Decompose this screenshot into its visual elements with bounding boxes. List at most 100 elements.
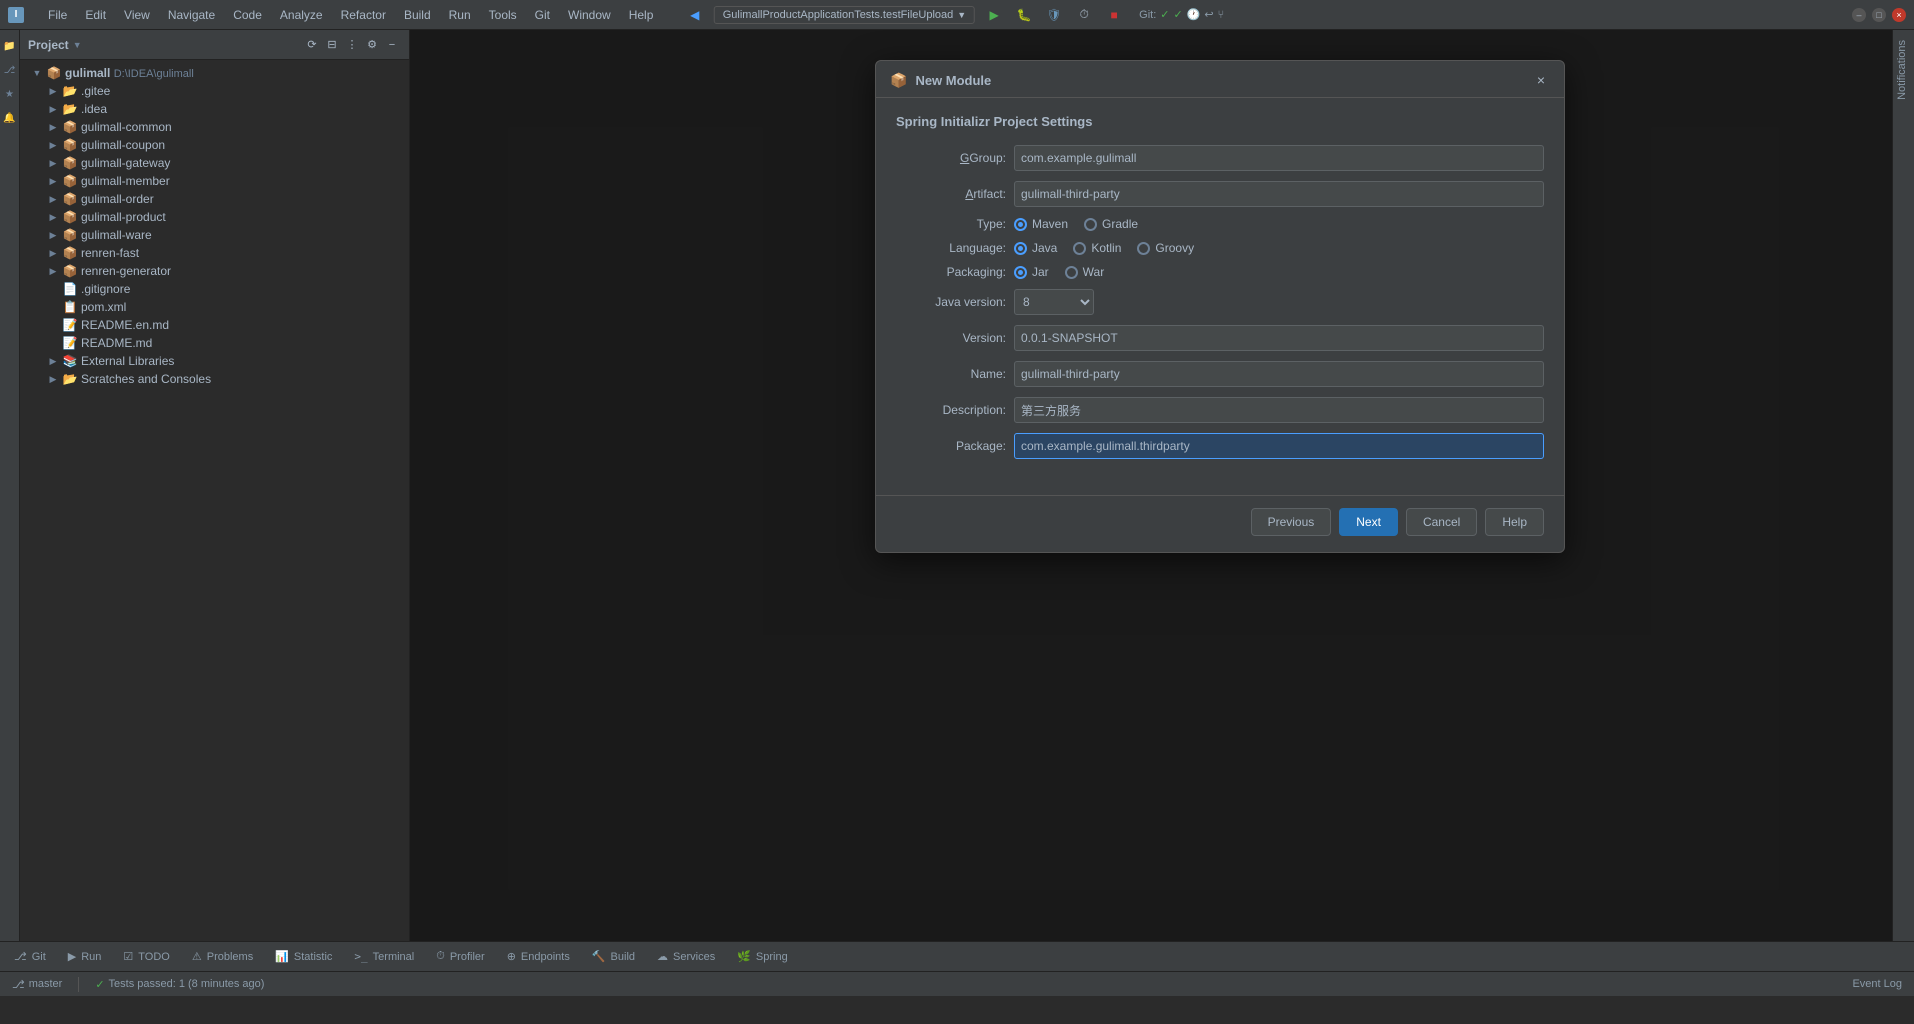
menu-navigate[interactable]: Navigate — [160, 6, 223, 24]
list-item[interactable]: ▶ 📂 Scratches and Consoles — [20, 370, 409, 388]
list-item[interactable]: ▶ 📂 .idea — [20, 100, 409, 118]
kotlin-radio[interactable] — [1073, 242, 1086, 255]
debug-button[interactable]: 🐛 — [1013, 4, 1035, 26]
groovy-radio[interactable] — [1137, 242, 1150, 255]
notifications-panel-label[interactable]: Notifications — [1893, 34, 1914, 106]
tab-build[interactable]: 🔨 Build — [582, 944, 645, 970]
problems-tab-icon: ⚠ — [192, 950, 202, 963]
help-button[interactable]: Help — [1485, 508, 1544, 536]
chevron-down-icon: ▼ — [957, 10, 966, 20]
run-config-selector[interactable]: GulimallProductApplicationTests.testFile… — [714, 6, 975, 24]
menu-view[interactable]: View — [116, 6, 158, 24]
tab-spring[interactable]: 🌿 Spring — [727, 944, 798, 970]
tree-arrow-icon: ▶ — [47, 373, 59, 385]
dialog-title-bar: 📦 New Module × — [876, 61, 1564, 98]
language-java-option[interactable]: Java — [1014, 241, 1057, 255]
bookmark-icon[interactable]: ★ — [2, 86, 18, 102]
artifact-input[interactable] — [1014, 181, 1544, 207]
project-sidebar-toggle[interactable]: 📁 — [2, 38, 18, 54]
list-item[interactable]: ▶ 📦 gulimall-member — [20, 172, 409, 190]
menu-file[interactable]: File — [40, 6, 75, 24]
list-item[interactable]: ▶ 📦 gulimall-ware — [20, 226, 409, 244]
dialog-close-button[interactable]: × — [1532, 71, 1550, 89]
tab-run[interactable]: ▶ Run — [58, 944, 112, 970]
tab-services[interactable]: ☁ Services — [647, 944, 725, 970]
description-input[interactable] — [1014, 397, 1544, 423]
panel-header: Project ▼ ⟳ ⊟ ⋮ ⚙ − — [20, 30, 409, 60]
close-button[interactable]: × — [1892, 8, 1906, 22]
group-input[interactable] — [1014, 145, 1544, 171]
list-item[interactable]: ▶ 📦 gulimall-common — [20, 118, 409, 136]
version-input[interactable] — [1014, 325, 1544, 351]
list-item[interactable]: ▶ 📝 README.md — [20, 334, 409, 352]
tab-build-label: Build — [611, 951, 635, 963]
maximize-button[interactable]: □ — [1872, 8, 1886, 22]
list-item[interactable]: ▶ 📦 gulimall-coupon — [20, 136, 409, 154]
list-item[interactable]: ▶ 📂 .gitee — [20, 82, 409, 100]
java-radio[interactable] — [1014, 242, 1027, 255]
minimize-panel-button[interactable]: − — [383, 36, 401, 54]
list-item[interactable]: ▶ 📋 pom.xml — [20, 298, 409, 316]
status-test-result[interactable]: ✓ Tests passed: 1 (8 minutes ago) — [91, 972, 268, 996]
menu-build[interactable]: Build — [396, 6, 439, 24]
list-item[interactable]: ▶ 📦 gulimall-order — [20, 190, 409, 208]
coverage-button[interactable]: 🛡 — [1043, 4, 1065, 26]
menu-tools[interactable]: Tools — [481, 6, 525, 24]
sync-tool-button[interactable]: ⟳ — [303, 36, 321, 54]
tab-statistic[interactable]: 📊 Statistic — [265, 944, 342, 970]
tab-todo[interactable]: ☑ TODO — [113, 944, 179, 970]
settings-button[interactable]: ⚙ — [363, 36, 381, 54]
menu-analyze[interactable]: Analyze — [272, 6, 331, 24]
packaging-jar-option[interactable]: Jar — [1014, 265, 1049, 279]
cancel-button[interactable]: Cancel — [1406, 508, 1477, 536]
menu-help[interactable]: Help — [621, 6, 662, 24]
tab-terminal[interactable]: >_ Terminal — [344, 944, 424, 970]
event-log-item[interactable]: Event Log — [1848, 978, 1906, 990]
language-groovy-option[interactable]: Groovy — [1137, 241, 1194, 255]
language-kotlin-option[interactable]: Kotlin — [1073, 241, 1121, 255]
back-button[interactable]: ◀ — [684, 4, 706, 26]
list-item[interactable]: ▶ 📝 README.en.md — [20, 316, 409, 334]
name-input[interactable] — [1014, 361, 1544, 387]
menu-edit[interactable]: Edit — [77, 6, 114, 24]
md-file-icon: 📝 — [62, 336, 78, 350]
list-item[interactable]: ▶ 📚 External Libraries — [20, 352, 409, 370]
tab-profiler[interactable]: ⏱ Profiler — [426, 944, 494, 970]
menu-run[interactable]: Run — [441, 6, 479, 24]
notifications-icon[interactable]: 🔔 — [2, 110, 18, 126]
tab-git[interactable]: ⎇ Git — [4, 944, 56, 970]
previous-button[interactable]: Previous — [1251, 508, 1332, 536]
list-item[interactable]: ▶ 📦 renren-generator — [20, 262, 409, 280]
package-input[interactable] — [1014, 433, 1544, 459]
git-branch-name: master — [29, 978, 63, 990]
war-radio[interactable] — [1065, 266, 1078, 279]
tree-root-item[interactable]: ▼ 📦 gulimall D:\IDEA\gulimall — [20, 64, 409, 82]
list-item[interactable]: ▶ 📦 gulimall-gateway — [20, 154, 409, 172]
gradle-radio[interactable] — [1084, 218, 1097, 231]
collapse-all-button[interactable]: ⊟ — [323, 36, 341, 54]
menu-git[interactable]: Git — [527, 6, 558, 24]
list-item[interactable]: ▶ 📦 gulimall-product — [20, 208, 409, 226]
list-item[interactable]: ▶ 📦 renren-fast — [20, 244, 409, 262]
run-button[interactable]: ▶ — [983, 4, 1005, 26]
menu-code[interactable]: Code — [225, 6, 270, 24]
profile-button[interactable]: ⏱ — [1073, 4, 1095, 26]
commit-icon[interactable]: ⎇ — [2, 62, 18, 78]
menu-refactor[interactable]: Refactor — [333, 6, 394, 24]
minimize-button[interactable]: – — [1852, 8, 1866, 22]
status-git-item[interactable]: ⎇ master — [8, 972, 66, 996]
tab-endpoints[interactable]: ⊕ Endpoints — [497, 944, 580, 970]
menu-window[interactable]: Window — [560, 6, 619, 24]
jar-radio[interactable] — [1014, 266, 1027, 279]
tab-todo-label: TODO — [138, 951, 170, 963]
maven-radio[interactable] — [1014, 218, 1027, 231]
dots-more-button[interactable]: ⋮ — [343, 36, 361, 54]
type-maven-option[interactable]: Maven — [1014, 217, 1068, 231]
next-button[interactable]: Next — [1339, 508, 1398, 536]
stop-button[interactable]: ■ — [1103, 4, 1125, 26]
java-version-select[interactable]: 8 11 17 — [1014, 289, 1094, 315]
tab-problems[interactable]: ⚠ Problems — [182, 944, 263, 970]
type-gradle-option[interactable]: Gradle — [1084, 217, 1138, 231]
list-item[interactable]: ▶ 📄 .gitignore — [20, 280, 409, 298]
packaging-war-option[interactable]: War — [1065, 265, 1105, 279]
